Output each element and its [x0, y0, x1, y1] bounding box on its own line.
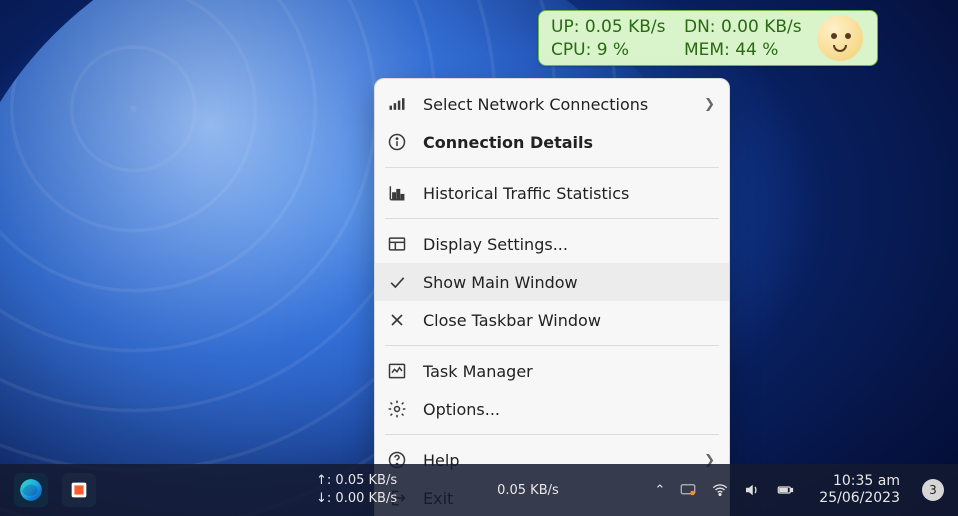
volume-icon[interactable] [743, 481, 761, 499]
task-manager-icon [385, 359, 409, 383]
menu-close-taskbar-window[interactable]: Close Taskbar Window [375, 301, 729, 339]
menu-separator [385, 167, 719, 168]
menu-show-main-window[interactable]: Show Main Window [375, 263, 729, 301]
taskbar-combined-rate[interactable]: 0.05 KB/s [497, 483, 559, 498]
dn-stat: DN: 0.00 KB/s [684, 17, 811, 37]
desktop-wallpaper: UP: 0.05 KB/s DN: 0.00 KB/s CPU: 9 % MEM… [0, 0, 958, 516]
check-icon [385, 270, 409, 294]
widget-avatar-icon [817, 15, 863, 61]
tray-context-menu: Select Network Connections ❯ Connection … [374, 78, 730, 516]
mem-value: 44 % [735, 40, 778, 60]
notification-badge[interactable]: 3 [922, 479, 944, 501]
mem-stat: MEM: 44 % [684, 40, 811, 60]
tray-chevron-up-icon[interactable]: ⌃ [654, 483, 665, 498]
menu-display-settings[interactable]: Display Settings... [375, 225, 729, 263]
down-arrow-icon: ↓: [316, 491, 331, 506]
menu-options[interactable]: Options... [375, 390, 729, 428]
up-stat: UP: 0.05 KB/s [551, 17, 678, 37]
dn-label: DN: [684, 17, 716, 37]
taskbar-pinned-apps [14, 473, 96, 507]
taskbar-clock[interactable]: 10:35 am 25/06/2023 [819, 473, 900, 507]
cpu-label: CPU: [551, 40, 591, 60]
menu-connection-details[interactable]: Connection Details [375, 123, 729, 161]
taskbar-up-rate: 0.05 KB/s [335, 473, 397, 488]
layout-icon [385, 232, 409, 256]
up-label: UP: [551, 17, 579, 37]
menu-separator [385, 218, 719, 219]
taskbar-net-rates[interactable]: ↑: 0.05 KB/s ↓: 0.00 KB/s [316, 473, 397, 507]
cpu-stat: CPU: 9 % [551, 40, 678, 60]
menu-separator [385, 434, 719, 435]
menu-task-manager[interactable]: Task Manager [375, 352, 729, 390]
chevron-right-icon: ❯ [704, 97, 715, 112]
network-monitor-widget[interactable]: UP: 0.05 KB/s DN: 0.00 KB/s CPU: 9 % MEM… [538, 10, 878, 66]
menu-select-network-connections[interactable]: Select Network Connections ❯ [375, 85, 729, 123]
menu-label: Historical Traffic Statistics [423, 184, 715, 203]
gear-icon [385, 397, 409, 421]
menu-label: Options... [423, 400, 715, 419]
edge-browser-icon[interactable] [14, 473, 48, 507]
menu-label: Task Manager [423, 362, 715, 381]
menu-label: Close Taskbar Window [423, 311, 715, 330]
wifi-icon[interactable] [711, 481, 729, 499]
mem-label: MEM: [684, 40, 730, 60]
cpu-value: 9 % [597, 40, 629, 60]
taskbar[interactable]: ↑: 0.05 KB/s ↓: 0.00 KB/s 0.05 KB/s ⌃ [0, 464, 958, 516]
tray-app-icon[interactable] [679, 481, 697, 499]
bar-chart-icon [385, 181, 409, 205]
system-tray: ⌃ 10:35 am 25/06/2023 3 [654, 473, 944, 507]
menu-label: Show Main Window [423, 273, 715, 292]
close-icon [385, 308, 409, 332]
info-icon [385, 130, 409, 154]
menu-label: Select Network Connections [423, 95, 690, 114]
menu-historical-traffic-statistics[interactable]: Historical Traffic Statistics [375, 174, 729, 212]
menu-separator [385, 345, 719, 346]
taskbar-down-rate: 0.00 KB/s [335, 491, 397, 506]
dn-value: 0.00 KB/s [721, 17, 802, 37]
up-value: 0.05 KB/s [585, 17, 666, 37]
menu-label: Connection Details [423, 133, 715, 152]
signal-bars-icon [385, 92, 409, 116]
menu-label: Display Settings... [423, 235, 715, 254]
snipping-tool-icon[interactable] [62, 473, 96, 507]
time-text: 10:35 am [833, 473, 900, 490]
up-arrow-icon: ↑: [316, 473, 331, 488]
battery-icon[interactable] [775, 481, 795, 499]
date-text: 25/06/2023 [819, 490, 900, 507]
